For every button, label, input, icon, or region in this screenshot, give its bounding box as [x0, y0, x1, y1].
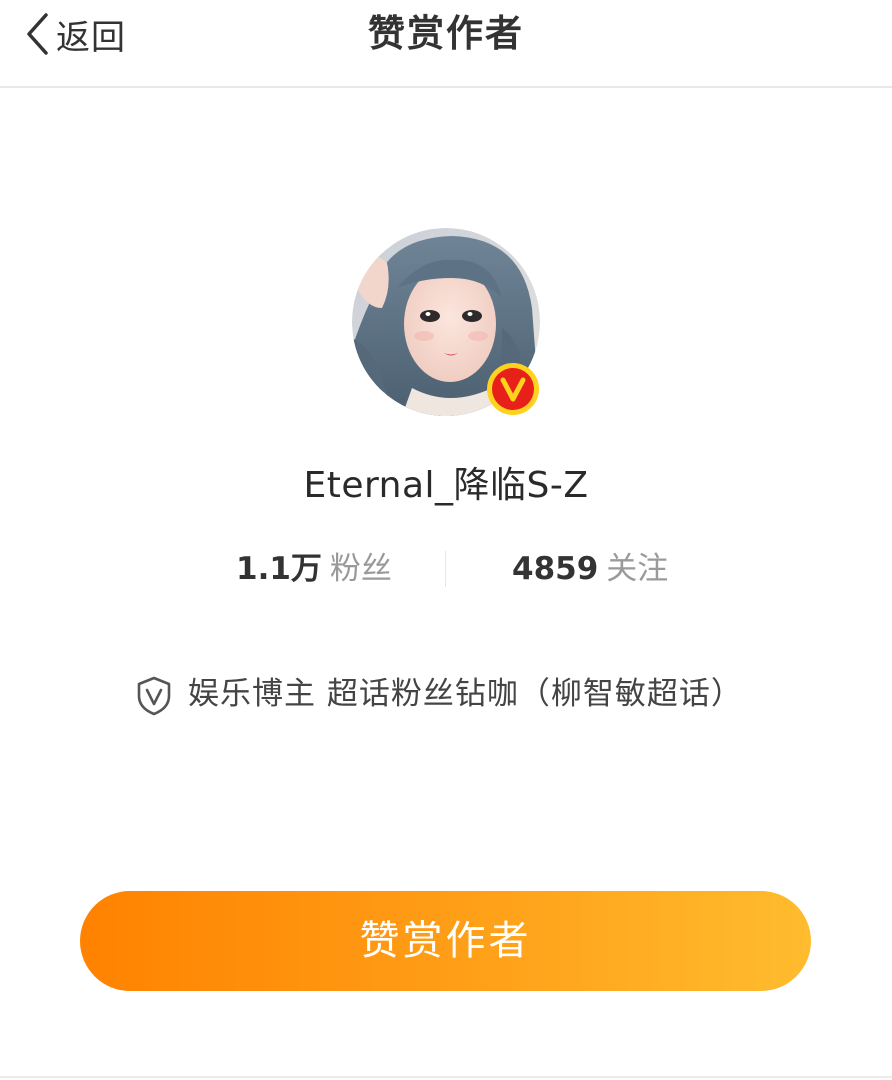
fans-count: 1.1万	[236, 551, 322, 587]
username[interactable]: Eternal_降临S-Z	[0, 456, 892, 508]
verification-text: 娱乐博主 超话粉丝钻咖（柳智敏超话）	[188, 676, 743, 712]
follow-label: 关注	[606, 551, 669, 587]
page-title: 赞赏作者	[368, 12, 524, 55]
avatar-container[interactable]	[352, 228, 540, 416]
verified-v-badge-icon	[487, 363, 539, 415]
follow-stat[interactable]: 4859 关注	[512, 545, 668, 593]
follow-count: 4859	[512, 551, 599, 587]
shield-v-icon	[137, 676, 171, 716]
bottom-divider	[0, 1076, 892, 1078]
stats-divider	[445, 551, 446, 587]
reward-author-page: 返回 赞赏作者 Eternal_降临S-Z 1.1万 粉丝 4859 关注 娱乐…	[0, 0, 892, 1080]
reward-author-button[interactable]: 赞赏作者	[80, 891, 811, 991]
fans-stat[interactable]: 1.1万 粉丝	[236, 545, 392, 593]
profile-stats: 1.1万 粉丝 4859 关注	[0, 545, 892, 593]
top-nav-bar: 返回 赞赏作者	[0, 0, 892, 88]
fans-label: 粉丝	[329, 551, 392, 587]
